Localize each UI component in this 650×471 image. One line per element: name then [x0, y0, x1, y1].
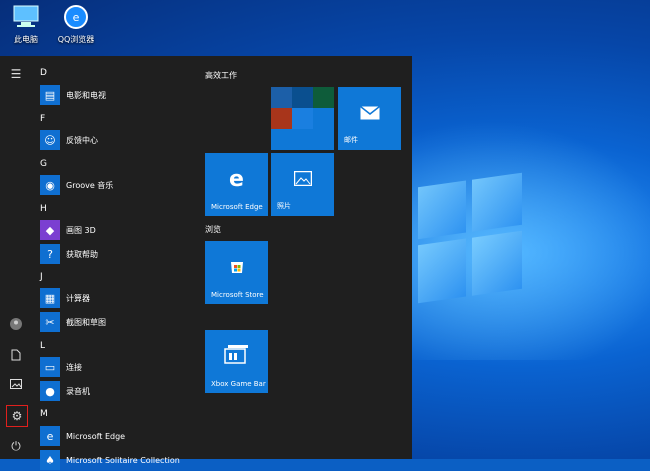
app-item-groove[interactable]: ◉ Groove 音乐 — [40, 174, 113, 196]
app-label: 连接 — [66, 362, 82, 372]
mail-icon — [338, 101, 401, 126]
edge-icon: e — [40, 426, 60, 446]
mini-tile — [292, 108, 313, 129]
section-header-m[interactable]: M — [40, 409, 48, 419]
app-label: 画图 3D — [66, 225, 96, 235]
app-item-edge[interactable]: e Microsoft Edge — [40, 425, 125, 447]
mini-tile — [292, 87, 313, 108]
app-label: 电影和电视 — [66, 90, 106, 100]
tile-group-header-browse[interactable]: 浏览 — [205, 224, 221, 235]
tile-mail[interactable]: 邮件 — [338, 87, 401, 150]
groove-icon: ◉ — [40, 175, 60, 195]
app-item-solitaire[interactable]: ♠ Microsoft Solitaire Collection — [40, 449, 180, 471]
app-label: Microsoft Solitaire Collection — [66, 455, 180, 465]
help-icon: ? — [40, 244, 60, 264]
section-header-j[interactable]: J — [40, 272, 43, 282]
app-label: Microsoft Edge — [66, 431, 126, 441]
mini-tile — [271, 87, 292, 108]
tile-folder-multi[interactable] — [271, 87, 334, 150]
photos-icon — [271, 167, 334, 192]
app-label: Groove 音乐 — [66, 180, 114, 190]
section-header-h[interactable]: H — [40, 204, 47, 214]
app-label: 截图和草图 — [66, 317, 106, 327]
film-icon: ▤ — [40, 85, 60, 105]
app-label: 录音机 — [66, 386, 90, 396]
edge-icon: e — [229, 167, 244, 192]
user-icon[interactable] — [6, 314, 26, 334]
document-icon[interactable] — [6, 345, 26, 365]
app-item-feedback[interactable]: ☺ 反馈中心 — [40, 129, 98, 151]
desktop-icon-label: 此电脑 — [14, 35, 38, 44]
windows-logo-wallpaper — [418, 172, 522, 306]
tile-label: 邮件 — [344, 136, 358, 144]
app-item-get-help[interactable]: ? 获取帮助 — [40, 243, 98, 265]
start-menu: ☰ ⚙ ⏻ D ▤ 电影和电视 F ☺ 反馈中心 G ◉ Groove 音乐 H — [0, 56, 412, 470]
tile-edge[interactable]: e Microsoft Edge — [205, 153, 268, 216]
app-item-connect[interactable]: ▭ 连接 — [40, 356, 82, 378]
desktop-icon-label: QQ浏览器 — [57, 35, 95, 44]
tile-group-header-productivity[interactable]: 高效工作 — [205, 70, 237, 81]
tile-store[interactable]: Microsoft Store — [205, 241, 268, 304]
pictures-icon[interactable] — [6, 374, 26, 394]
app-label: 反馈中心 — [66, 135, 98, 145]
tile-label: 照片 — [277, 202, 291, 210]
settings-icon[interactable]: ⚙ — [6, 405, 28, 427]
store-icon — [205, 255, 268, 280]
app-list: D ▤ 电影和电视 F ☺ 反馈中心 G ◉ Groove 音乐 H ◆ 画图 … — [36, 56, 196, 470]
computer-icon — [11, 4, 41, 30]
section-header-f[interactable]: F — [40, 114, 45, 124]
app-item-calculator[interactable]: ▦ 计算器 — [40, 287, 90, 309]
power-icon[interactable]: ⏻ — [6, 436, 26, 456]
menu-icon[interactable]: ☰ — [6, 64, 26, 84]
qq-browser-icon: e — [61, 4, 91, 30]
desktop-icon-qq-browser[interactable]: e QQ浏览器 — [44, 4, 108, 45]
section-header-l[interactable]: L — [40, 341, 45, 351]
svg-text:e: e — [73, 11, 80, 24]
app-label: 计算器 — [66, 293, 90, 303]
app-label: 获取帮助 — [66, 249, 98, 259]
tile-label: Microsoft Store — [211, 291, 264, 299]
app-item-snip[interactable]: ✂ 截图和草图 — [40, 311, 106, 333]
mini-tile — [271, 108, 292, 129]
tile-label: Xbox Game Bar — [211, 380, 266, 388]
tile-photos[interactable]: 照片 — [271, 153, 334, 216]
tiles-area: 高效工作 邮件 e Microsoft Edge 照片 浏览 Microsoft… — [200, 56, 412, 459]
feedback-icon: ☺ — [40, 130, 60, 150]
app-item-recorder[interactable]: ● 录音机 — [40, 380, 90, 402]
section-header-g[interactable]: G — [40, 159, 47, 169]
mini-tile — [313, 87, 334, 108]
section-header-d[interactable]: D — [40, 68, 47, 78]
app-item-movies[interactable]: ▤ 电影和电视 — [40, 84, 106, 106]
app-item-paint3d[interactable]: ◆ 画图 3D — [40, 219, 96, 241]
start-rail: ☰ ⚙ ⏻ — [0, 56, 32, 459]
solitaire-icon: ♠ — [40, 450, 60, 470]
snip-icon: ✂ — [40, 312, 60, 332]
tile-label: Microsoft Edge — [211, 203, 263, 211]
recorder-icon: ● — [40, 381, 60, 401]
connect-icon: ▭ — [40, 357, 60, 377]
xbox-game-bar-icon — [205, 344, 268, 370]
paint3d-icon: ◆ — [40, 220, 60, 240]
tile-xbox[interactable]: Xbox Game Bar — [205, 330, 268, 393]
calculator-icon: ▦ — [40, 288, 60, 308]
